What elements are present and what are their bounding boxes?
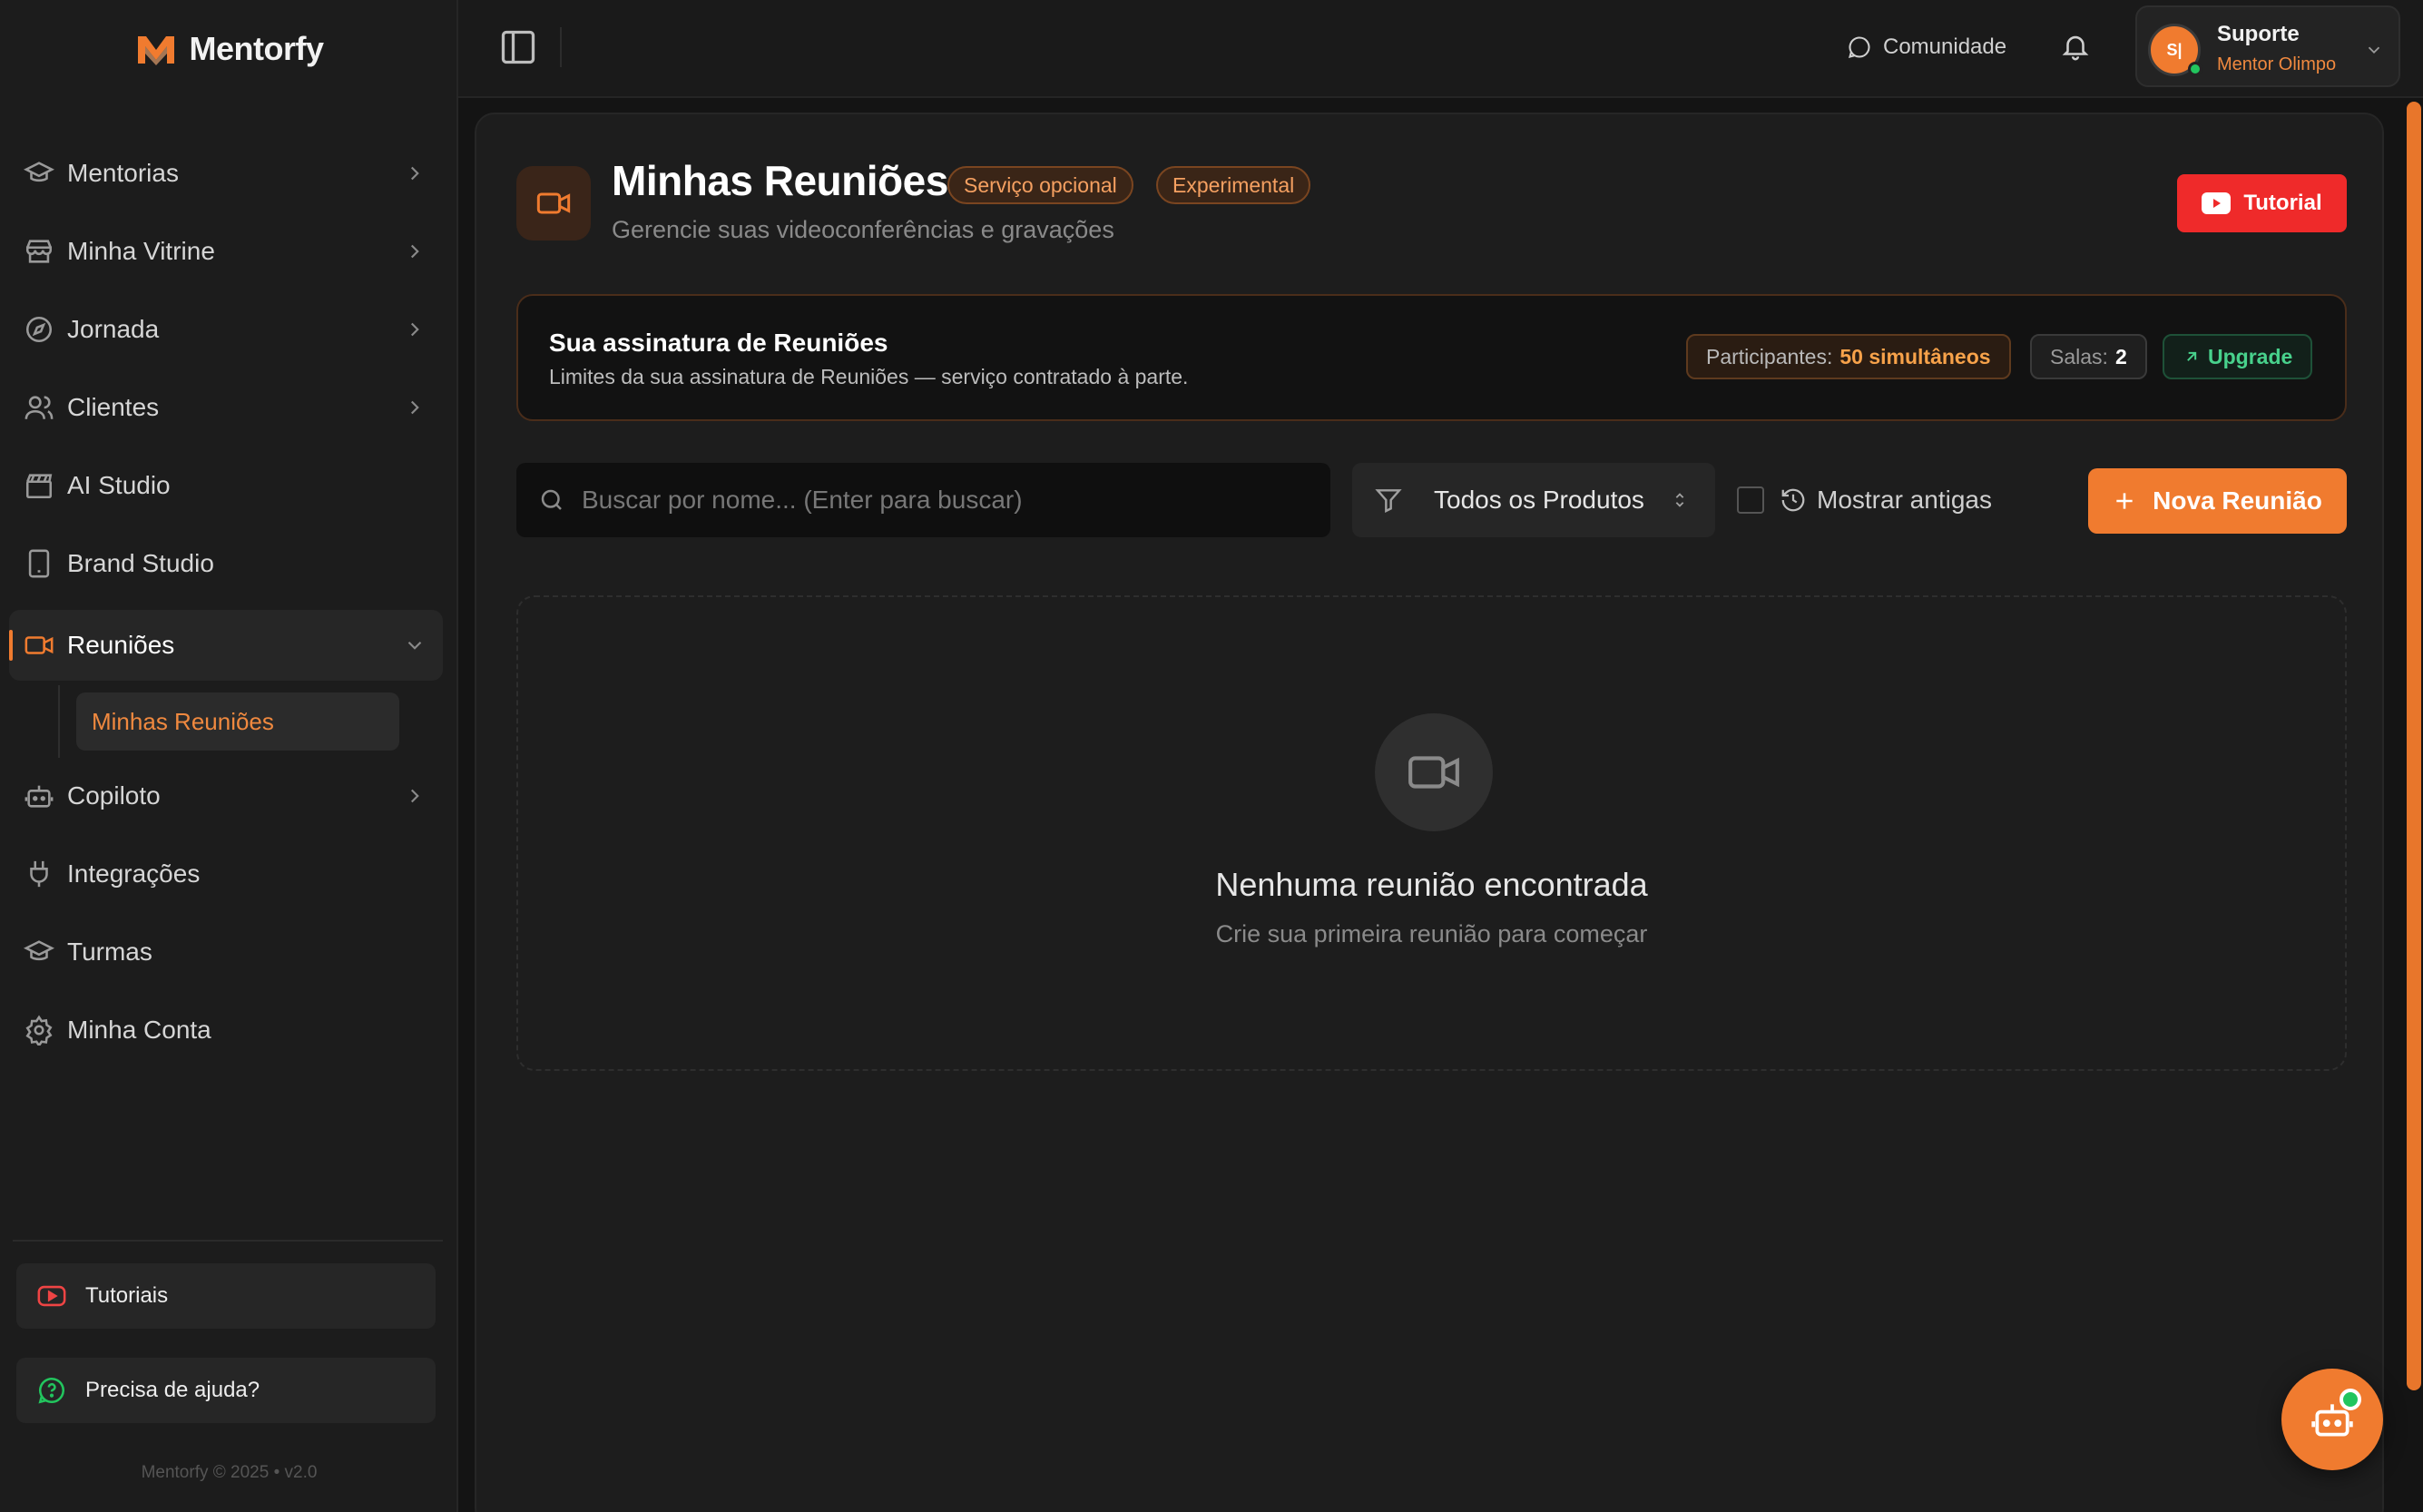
empty-state-subtitle: Crie sua primeira reunião para começar [1215,920,1648,947]
filter-value: Todos os Produtos [1434,486,1644,514]
clapperboard-icon [25,474,53,499]
chevron-right-icon [410,789,419,803]
topbar: Comunidade S| Suporte Mentor Olimpo [458,0,2423,98]
sidebar-item-jornada[interactable]: Jornada [9,294,443,365]
assistant-bot-button[interactable] [2281,1369,2383,1470]
product-filter-select[interactable]: Todos os Produtos [1352,463,1715,537]
arrow-up-right-icon [2187,351,2197,361]
new-meeting-label: Nova Reunião [2153,486,2322,515]
chevron-down-icon [2368,46,2380,54]
chevron-right-icon [410,244,419,259]
sidebar-toggle-icon[interactable] [498,27,538,67]
app-name: Mentorfy [189,30,325,67]
youtube-icon [37,1285,66,1307]
tutorials-button[interactable]: Tutoriais [16,1263,436,1329]
page-icon [516,166,591,241]
show-old-label[interactable]: Mostrar antigas [1817,486,1992,515]
users-icon [25,396,54,419]
rooms-value: 2 [2114,344,2127,368]
bot-icon [25,785,54,808]
help-button[interactable]: Precisa de ajuda? [16,1358,436,1423]
help-chat-icon [38,1377,64,1404]
compass-icon [25,316,53,343]
submenu-guide-line [58,685,60,758]
sidebar-subitem-minhas-reunioes[interactable]: Minhas Reuniões [76,692,399,751]
chevron-right-icon [410,400,419,415]
new-meeting-button[interactable]: Nova Reunião [2088,468,2347,534]
page-subtitle: Gerencie suas videoconferências e gravaç… [612,216,1114,243]
chevrons-up-down-icon [1675,493,1684,507]
graduation-cap-icon [24,940,54,961]
sidebar-item-minha-vitrine[interactable]: Minha Vitrine [9,216,443,287]
sidebar-item-mentorias[interactable]: Mentorias [9,138,443,209]
search-placeholder: Buscar por nome... (Enter para buscar) [582,486,1023,514]
chevron-right-icon [410,166,419,181]
rooms-label: Salas: [2050,344,2108,368]
optional-service-badge: Serviço opcional [947,166,1133,204]
app-logo[interactable]: Mentorfy [0,0,458,98]
video-icon [25,636,54,654]
page-title: Minhas Reuniões [612,157,948,204]
youtube-icon [2202,192,2232,214]
sidebar-item-clientes[interactable]: Clientes [9,372,443,443]
sidebar-item-brand-studio[interactable]: Brand Studio [9,528,443,599]
sidebar: Mentorfy Mentorias Minha Vitrine Jornada… [0,0,458,1512]
sidebar-item-integracoes[interactable]: Integrações [9,839,443,909]
participants-value: 50 simultâneos [1839,344,1991,368]
subscription-card: Sua assinatura de Reuniões Limites da su… [516,294,2347,421]
sidebar-item-ai-studio[interactable]: AI Studio [9,450,443,521]
search-input[interactable]: Buscar por nome... (Enter para buscar) [516,463,1330,537]
rooms-badge: Salas: 2 [2030,334,2147,379]
empty-state-title: Nenhuma reunião encontrada [1215,866,1648,903]
filter-icon [1375,489,1402,513]
message-circle-icon [1849,36,1870,58]
sidebar-item-reunioes[interactable]: Reuniões [9,610,443,681]
chevron-right-icon [410,322,419,337]
community-label: Comunidade [1883,34,2007,59]
assistant-online-dot [2340,1389,2361,1410]
user-name: Suporte [2217,22,2300,46]
sidebar-item-minha-conta[interactable]: Minha Conta [9,995,443,1065]
graduation-cap-icon [24,162,54,182]
search-icon [541,489,562,510]
subscription-description: Limites da sua assinatura de Reuniões — … [549,365,1189,388]
subscription-title: Sua assinatura de Reuniões [549,329,888,357]
empty-state-icon [1375,713,1493,831]
sidebar-divider [13,1240,443,1242]
tutorial-label: Tutorial [2243,191,2322,215]
show-old-checkbox[interactable] [1737,486,1764,514]
upgrade-label: Upgrade [2208,344,2293,368]
community-link[interactable]: Comunidade [1847,27,2006,67]
history-icon [1781,488,1805,512]
video-icon [536,192,571,214]
participants-badge: Participantes: 50 simultâneos [1686,334,2011,379]
sidebar-item-copiloto[interactable]: Copiloto [9,761,443,831]
chevron-down-icon [407,641,422,650]
mentorfy-logo-icon [137,36,174,65]
scrollbar[interactable] [2407,102,2421,1390]
store-icon [25,240,53,263]
video-icon [1408,756,1459,789]
copyright-text: Mentorfy © 2025 • v2.0 [141,1463,318,1482]
gear-icon [25,1015,53,1046]
tutorial-button[interactable]: Tutorial [2177,174,2347,232]
bell-icon[interactable] [2060,31,2091,62]
upgrade-button[interactable]: Upgrade [2163,334,2313,379]
plus-icon [2116,493,2133,509]
topbar-separator [560,27,562,67]
sidebar-item-turmas[interactable]: Turmas [9,917,443,987]
plug-icon [30,860,48,888]
user-menu[interactable]: S| Suporte Mentor Olimpo [2135,5,2400,87]
user-role: Mentor Olimpo [2217,54,2337,74]
online-status-dot [2188,62,2202,76]
experimental-badge: Experimental [1156,166,1311,204]
participants-label: Participantes: [1706,344,1833,368]
empty-state: Nenhuma reunião encontrada Crie sua prim… [516,595,2347,1071]
tablet-icon [28,549,50,578]
